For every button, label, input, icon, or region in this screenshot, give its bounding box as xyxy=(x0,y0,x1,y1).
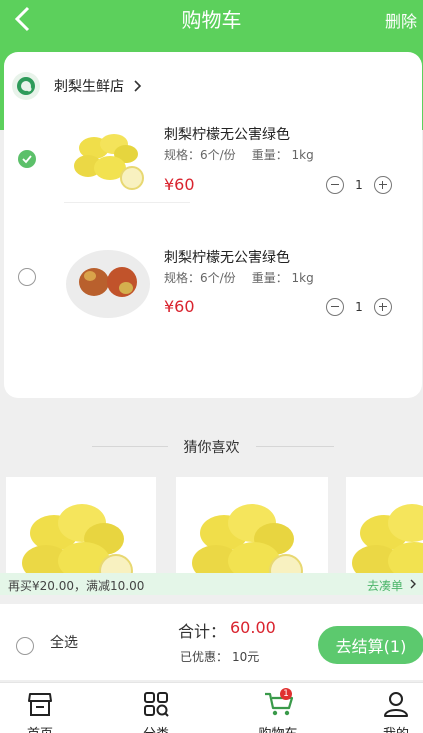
tab-label: 购物车 xyxy=(238,723,318,733)
store-header[interactable]: 刺梨生鲜店 xyxy=(12,70,142,102)
tab-profile[interactable]: 我的 xyxy=(356,683,423,733)
product-name: 刺梨柠檬无公害绿色 xyxy=(164,127,290,143)
promo-text: 再买¥20.00，满减10.00 xyxy=(8,579,145,593)
quantity-stepper: 1 xyxy=(326,176,392,194)
weight-label: 重量： 1kg xyxy=(251,271,314,285)
chevron-right-icon xyxy=(134,80,142,92)
lemon-product-image xyxy=(22,504,133,577)
cart-badge: 1 xyxy=(280,688,292,700)
checkout-button[interactable]: 去结算(1) xyxy=(318,626,423,664)
increase-button[interactable] xyxy=(374,176,392,194)
checkout-bar: 全选 合计： 60.00 已优惠： 10元 去结算(1) xyxy=(0,604,423,680)
quantity-value: 1 xyxy=(355,300,363,314)
tab-label: 首页 xyxy=(0,723,80,733)
header-bar: 购物车 删除 xyxy=(0,0,423,36)
store-name: 刺梨生鲜店 xyxy=(54,79,124,95)
chevron-right-icon[interactable] xyxy=(409,579,417,589)
total-value: 60.00 xyxy=(230,618,276,637)
cart-card: 刺梨生鲜店 刺梨柠檬无公害绿色 规格：6个/份 重量： 1kg ¥60 1 刺梨… xyxy=(4,52,422,398)
product-price: ¥60 xyxy=(164,175,195,194)
select-all-checkbox[interactable] xyxy=(16,637,34,655)
product-price: ¥60 xyxy=(164,297,195,316)
page-title: 购物车 xyxy=(181,7,242,32)
discount-value: 10元 xyxy=(232,650,260,664)
lemon-product-image xyxy=(192,504,303,577)
weight-label: 重量： 1kg xyxy=(251,148,314,162)
delete-button[interactable]: 删除 xyxy=(385,8,417,32)
lemon-product-image xyxy=(352,504,423,577)
tab-label: 我的 xyxy=(356,723,423,733)
category-grid-icon xyxy=(144,692,169,717)
tab-category[interactable]: 分类 xyxy=(116,683,196,733)
bottom-tab-bar: 首页 分类 1 购物车 我的 xyxy=(0,682,423,733)
promo-link[interactable]: 去凑单 xyxy=(367,577,403,594)
item-checkbox-checked[interactable] xyxy=(18,150,36,168)
spec-label: 规格：6个/份 xyxy=(164,148,236,162)
recommend-item[interactable] xyxy=(6,477,156,577)
lemon-product-image[interactable] xyxy=(64,124,152,196)
recommend-item[interactable] xyxy=(176,477,328,577)
store-logo-icon xyxy=(12,72,40,100)
tab-home[interactable]: 首页 xyxy=(0,683,80,733)
product-spec: 规格：6个/份 重量： 1kg xyxy=(164,146,330,163)
product-name: 刺梨柠檬无公害绿色 xyxy=(164,250,290,266)
quantity-value: 1 xyxy=(355,178,363,192)
checkmark-icon xyxy=(22,155,32,164)
recommend-item[interactable] xyxy=(346,477,423,577)
cart-item: 刺梨柠檬无公害绿色 规格：6个/份 重量： 1kg ¥60 1 xyxy=(4,248,422,348)
item-checkbox-unchecked[interactable] xyxy=(18,268,36,286)
home-store-icon xyxy=(28,693,52,716)
tab-cart[interactable]: 1 购物车 xyxy=(238,683,318,733)
increase-button[interactable] xyxy=(374,298,392,316)
decrease-button[interactable] xyxy=(326,176,344,194)
promo-banner: 再买¥20.00，满减10.00 去凑单 xyxy=(0,573,423,595)
user-icon xyxy=(384,692,408,717)
prickly-pear-product-image[interactable] xyxy=(64,248,152,320)
recommend-title: 猜你喜欢 xyxy=(183,440,240,456)
discount-label: 已优惠： xyxy=(180,650,229,664)
cart-item: 刺梨柠檬无公害绿色 规格：6个/份 重量： 1kg ¥60 1 xyxy=(4,124,422,224)
back-arrow-icon[interactable] xyxy=(10,4,38,34)
decrease-button[interactable] xyxy=(326,298,344,316)
total-label: 合计： xyxy=(178,622,227,641)
product-spec: 规格：6个/份 重量： 1kg xyxy=(164,269,330,286)
select-all-label[interactable]: 全选 xyxy=(50,632,78,652)
quantity-stepper: 1 xyxy=(326,298,392,316)
tab-label: 分类 xyxy=(116,723,196,733)
divider xyxy=(64,202,190,203)
spec-label: 规格：6个/份 xyxy=(164,271,236,285)
